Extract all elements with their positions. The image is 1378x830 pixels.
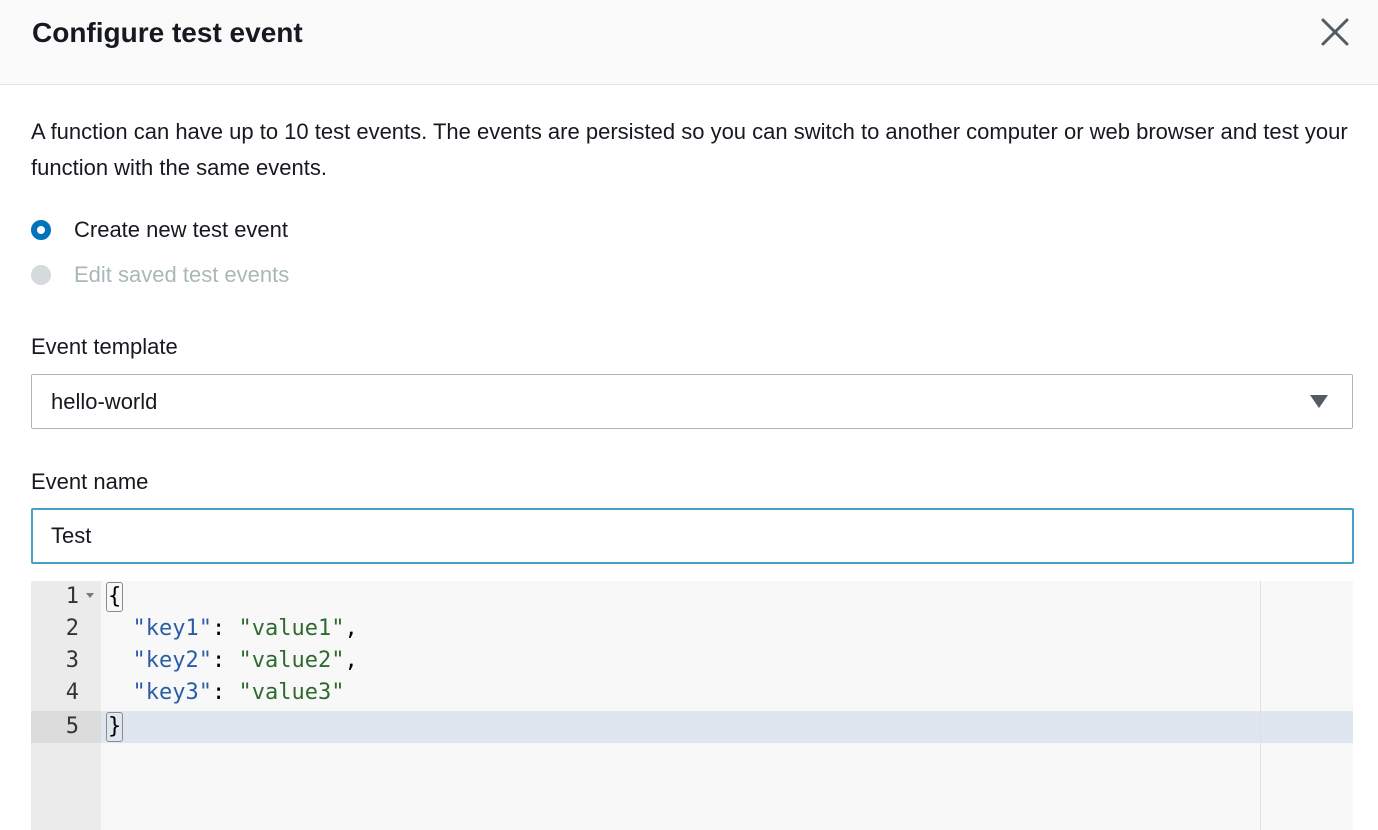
radio-edit-saved: Edit saved test events	[31, 260, 289, 290]
json-value: "value3"	[238, 680, 345, 705]
event-template-label: Event template	[31, 334, 178, 359]
event-name-input[interactable]	[31, 508, 1354, 564]
json-editor[interactable]: 1 2 3 4 5 { "key1": "value1", "key2": "v…	[31, 581, 1353, 830]
active-line-highlight	[101, 711, 1353, 743]
dialog-title: Configure test event	[32, 17, 303, 48]
radio-label-edit-saved: Edit saved test events	[74, 262, 290, 287]
open-brace: {	[106, 582, 124, 612]
event-name-label: Event name	[31, 469, 149, 494]
code-line: "key1": "value1",	[106, 613, 358, 645]
json-colon: :	[211, 648, 239, 673]
line-number: 2	[65, 616, 79, 641]
code-line: "key3": "value3"	[106, 677, 345, 709]
json-value: "value2"	[238, 648, 345, 673]
json-comma: ,	[344, 648, 358, 673]
code-line: {	[106, 581, 124, 613]
json-colon: :	[211, 616, 239, 641]
json-key: "key3"	[132, 680, 212, 705]
json-key: "key1"	[132, 616, 212, 641]
line-number: 5	[65, 714, 79, 739]
dialog-header: Configure test event	[0, 0, 1378, 85]
caret-down-icon	[1310, 395, 1328, 408]
close-button[interactable]	[1318, 15, 1352, 49]
json-value: "value1"	[238, 616, 345, 641]
json-key: "key2"	[132, 648, 212, 673]
event-template-select[interactable]: hello-world	[31, 374, 1353, 429]
line-number: 3	[65, 648, 79, 673]
json-colon: :	[211, 680, 239, 705]
line-number: 1	[65, 584, 79, 609]
json-comma: ,	[344, 616, 358, 641]
event-template-value: hello-world	[51, 389, 158, 414]
close-brace: }	[106, 712, 124, 742]
line-number: 4	[65, 680, 79, 705]
fold-arrow-icon[interactable]	[86, 593, 94, 598]
dialog-description: A function can have up to 10 test events…	[31, 119, 1348, 180]
code-line: "key2": "value2",	[106, 645, 358, 677]
close-icon	[1321, 18, 1349, 46]
radio-button-disabled	[31, 265, 51, 285]
code-line: }	[106, 711, 124, 743]
radio-button-selected[interactable]	[31, 220, 51, 240]
radio-label-create-new: Create new test event	[74, 217, 289, 242]
radio-create-new[interactable]: Create new test event	[31, 215, 288, 245]
print-margin	[1260, 581, 1261, 830]
